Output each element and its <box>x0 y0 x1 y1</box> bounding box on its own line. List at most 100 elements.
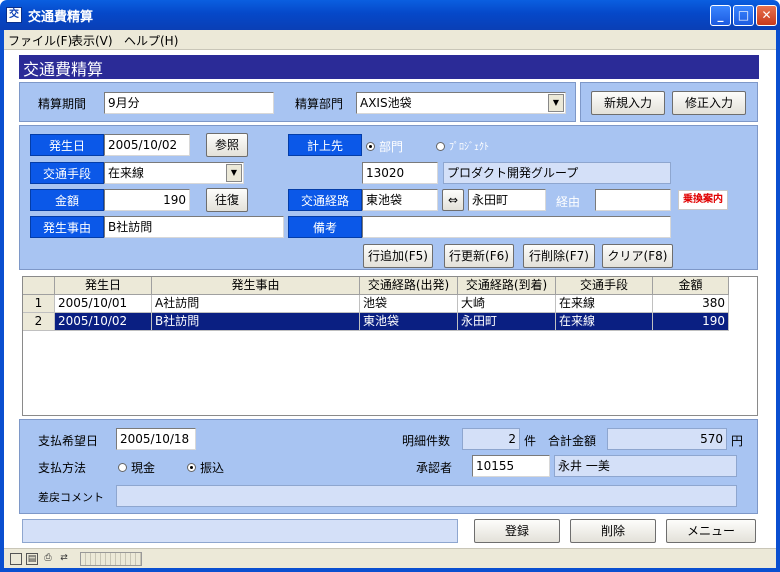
menu-bar: ファイル(F) 表示(V) ヘルプ(H) <box>0 30 780 50</box>
detail-table: 発生日 発生事由 交通経路(出発) 交通経路(到着) 交通手段 金額 1 200… <box>22 276 758 416</box>
menu-help[interactable]: ヘルプ(H) <box>124 32 178 49</box>
approver-id-input[interactable]: 10155 <box>472 455 550 477</box>
row-number: 2 <box>23 313 55 331</box>
radio-cash[interactable]: 現金 <box>118 459 155 476</box>
payment-panel: 支払希望日 2005/10/18 明細件数 2 件 合計金額 570 円 支払方… <box>19 419 758 514</box>
period-input[interactable]: 9月分 <box>104 92 274 114</box>
period-label: 精算期間 <box>38 97 87 111</box>
reason-label: 発生事由 <box>30 216 104 238</box>
count-unit: 件 <box>524 434 537 448</box>
route-from-input[interactable]: 東池袋 <box>362 189 438 211</box>
delete-button[interactable]: 削除 <box>570 519 656 543</box>
date-reference-button[interactable]: 参照 <box>206 133 248 157</box>
total-unit: 円 <box>731 434 744 448</box>
chevron-down-icon[interactable]: ▼ <box>548 94 564 112</box>
window-frame-bottom <box>0 568 780 572</box>
save-icon: ▤ <box>26 553 38 565</box>
title-bar <box>0 0 780 30</box>
swap-route-button[interactable]: ⇔ <box>442 189 464 211</box>
print-icon: ⎙ <box>44 553 52 563</box>
approver-name-display: 永井 一美 <box>554 455 737 477</box>
pay-date-input[interactable]: 2005/10/18 <box>116 428 196 450</box>
edit-entry-button[interactable]: 修正入力 <box>672 91 746 115</box>
radio-project[interactable]: ﾌﾟﾛｼﾞｪｸﾄ <box>436 138 489 153</box>
via-label: 経由 <box>556 195 581 209</box>
table-header-transport[interactable]: 交通手段 <box>556 277 653 295</box>
radio-transfer[interactable]: 振込 <box>187 459 224 476</box>
radio-transfer-indicator[interactable] <box>187 463 196 472</box>
clear-button[interactable]: クリア(F8) <box>602 244 673 268</box>
dept-select[interactable]: AXIS池袋 ▼ <box>356 92 566 114</box>
dept-select-value: AXIS池袋 <box>360 96 412 110</box>
page-title-bar: 交通費精算 <box>19 55 759 79</box>
cell-transport[interactable]: 在来線 <box>556 295 653 313</box>
note-input[interactable] <box>362 216 671 238</box>
reason-input[interactable]: B社訪問 <box>104 216 284 238</box>
table-header-reason[interactable]: 発生事由 <box>152 277 360 295</box>
route-to-input[interactable]: 永田町 <box>468 189 546 211</box>
cell-date[interactable]: 2005/10/02 <box>55 313 152 331</box>
menu-button[interactable]: メニュー <box>666 519 756 543</box>
cell-route-from[interactable]: 東池袋 <box>360 313 458 331</box>
cell-route-to[interactable]: 永田町 <box>458 313 556 331</box>
page-title: 交通費精算 <box>23 60 104 79</box>
amount-input[interactable]: 190 <box>104 189 190 211</box>
status-bar: ▤ ⎙ ⇄ <box>4 548 776 570</box>
minimize-button[interactable]: _ <box>710 5 731 26</box>
menu-file[interactable]: ファイル(F) <box>8 32 72 49</box>
window-icon <box>10 553 22 565</box>
comment-label: 差戻コメント <box>38 491 104 504</box>
comment-display <box>116 485 737 507</box>
transport-select[interactable]: 在来線 ▼ <box>104 162 244 184</box>
amount-label: 金額 <box>30 189 104 211</box>
dept-label: 精算部門 <box>295 97 344 111</box>
account-label: 計上先 <box>288 134 362 156</box>
cell-reason[interactable]: B社訪問 <box>152 313 360 331</box>
table-header-amount[interactable]: 金額 <box>653 277 729 295</box>
register-button[interactable]: 登録 <box>474 519 560 543</box>
table-header-rownum <box>23 277 55 295</box>
radio-dept[interactable]: 部門 <box>366 138 403 155</box>
add-row-button[interactable]: 行追加(F5) <box>363 244 433 268</box>
cell-route-to[interactable]: 大崎 <box>458 295 556 313</box>
cell-date[interactable]: 2005/10/01 <box>55 295 152 313</box>
radio-dept-indicator[interactable] <box>366 142 375 151</box>
row-number: 1 <box>23 295 55 313</box>
approver-label: 承認者 <box>416 461 453 475</box>
chevron-down-icon[interactable]: ▼ <box>226 164 242 182</box>
maximize-button[interactable]: □ <box>733 5 754 26</box>
transport-label: 交通手段 <box>30 162 104 184</box>
progress-indicator <box>80 552 142 566</box>
period-panel: 精算期間 9月分 精算部門 AXIS池袋 ▼ <box>19 82 576 122</box>
table-header-route-from[interactable]: 交通経路(出発) <box>360 277 458 295</box>
radio-cash-indicator[interactable] <box>118 463 127 472</box>
update-row-button[interactable]: 行更新(F6) <box>444 244 514 268</box>
cell-amount[interactable]: 380 <box>653 295 729 313</box>
swap-icon: ⇔ <box>447 193 459 207</box>
mode-panel: 新規入力 修正入力 <box>580 82 758 122</box>
date-input[interactable]: 2005/10/02 <box>104 134 190 156</box>
menu-view[interactable]: 表示(V) <box>71 32 113 49</box>
total-display: 570 <box>607 428 727 450</box>
new-entry-button[interactable]: 新規入力 <box>591 91 665 115</box>
table-header-date[interactable]: 発生日 <box>55 277 152 295</box>
transfer-guide-link[interactable]: 乗換案内 <box>678 190 728 210</box>
radio-project-indicator[interactable] <box>436 141 445 151</box>
window-frame-right <box>776 30 780 572</box>
cell-amount[interactable]: 190 <box>653 313 729 331</box>
radio-transfer-label: 振込 <box>200 461 225 475</box>
cell-transport[interactable]: 在来線 <box>556 313 653 331</box>
pay-date-label: 支払希望日 <box>38 434 99 448</box>
close-button[interactable]: ✕ <box>756 5 777 26</box>
sync-icon: ⇄ <box>60 553 68 563</box>
delete-row-button[interactable]: 行削除(F7) <box>523 244 595 268</box>
cell-route-from[interactable]: 池袋 <box>360 295 458 313</box>
cell-reason[interactable]: A社訪問 <box>152 295 360 313</box>
roundtrip-button[interactable]: 往復 <box>206 188 248 212</box>
account-code-input[interactable]: 13020 <box>362 162 438 184</box>
date-label: 発生日 <box>30 134 104 156</box>
route-label: 交通経路 <box>288 189 362 211</box>
via-input[interactable] <box>595 189 671 211</box>
app-icon: 交 <box>6 7 22 23</box>
table-header-route-to[interactable]: 交通経路(到着) <box>458 277 556 295</box>
